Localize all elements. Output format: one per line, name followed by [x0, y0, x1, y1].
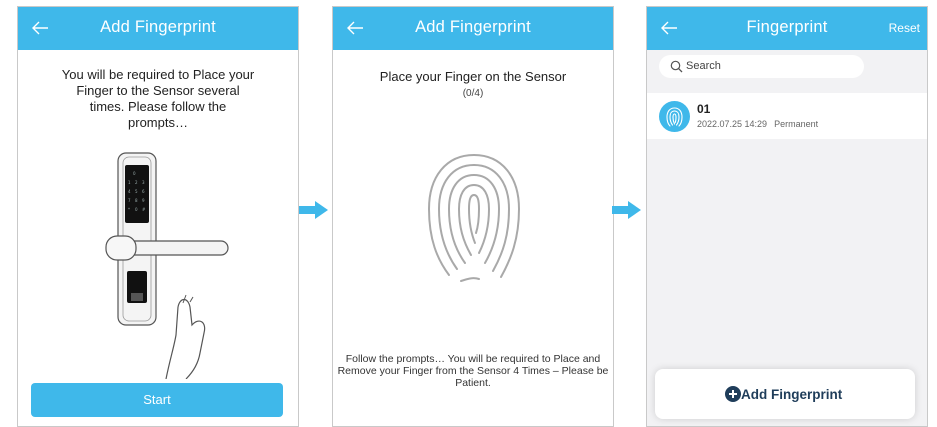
start-button[interactable]: Start — [31, 383, 283, 417]
page-title: Fingerprint — [746, 18, 828, 36]
svg-text:*: * — [128, 207, 130, 212]
page-title: Add Fingerprint — [415, 18, 531, 36]
scan-instructions: Follow the prompts… You will be required… — [337, 353, 609, 389]
list-item[interactable]: 01 2022.07.25 14:29 Permanent — [647, 93, 927, 139]
instructions-text: You will be required to Place your Finge… — [61, 67, 255, 130]
reset-button[interactable]: Reset — [889, 21, 920, 35]
fingerprint-icon — [427, 154, 521, 282]
header: Add Fingerprint — [18, 7, 298, 50]
door-lock-illustration: 0 123 456 789 * 0 # — [105, 152, 229, 379]
add-fingerprint-label: Add Fingerprint — [741, 387, 843, 402]
header: Add Fingerprint — [333, 7, 613, 50]
fingerprint-date: 2022.07.25 14:29 — [697, 119, 768, 129]
fingerprint-meta: 2022.07.25 14:29 Permanent — [697, 119, 818, 129]
header: Fingerprint Reset — [647, 7, 927, 50]
screen-add-fingerprint-intro: Add Fingerprint You will be required to … — [17, 6, 299, 427]
fingerprint-name: 01 — [697, 102, 711, 116]
scan-prompt: Place your Finger on the Sensor — [379, 69, 567, 84]
fingerprint-icon — [659, 101, 690, 132]
fingerprint-validity: Permanent — [774, 119, 819, 129]
search-input[interactable]: Search — [659, 55, 864, 78]
page-title: Add Fingerprint — [100, 18, 216, 36]
arrow-right-icon — [299, 201, 328, 219]
search-placeholder: Search — [686, 60, 721, 72]
add-fingerprint-button[interactable]: Add Fingerprint — [655, 369, 915, 419]
screen-add-fingerprint-scan: Add Fingerprint Place your Finger on the… — [332, 6, 614, 427]
arrow-right-icon — [612, 201, 641, 219]
plus-circle-icon — [725, 386, 741, 402]
search-icon — [670, 60, 683, 73]
scan-progress: (0/4) — [462, 88, 484, 99]
stage: Add Fingerprint You will be required to … — [0, 0, 937, 427]
screen-fingerprint-list: Fingerprint Reset Search 01 2022.07.25 1… — [646, 6, 928, 427]
